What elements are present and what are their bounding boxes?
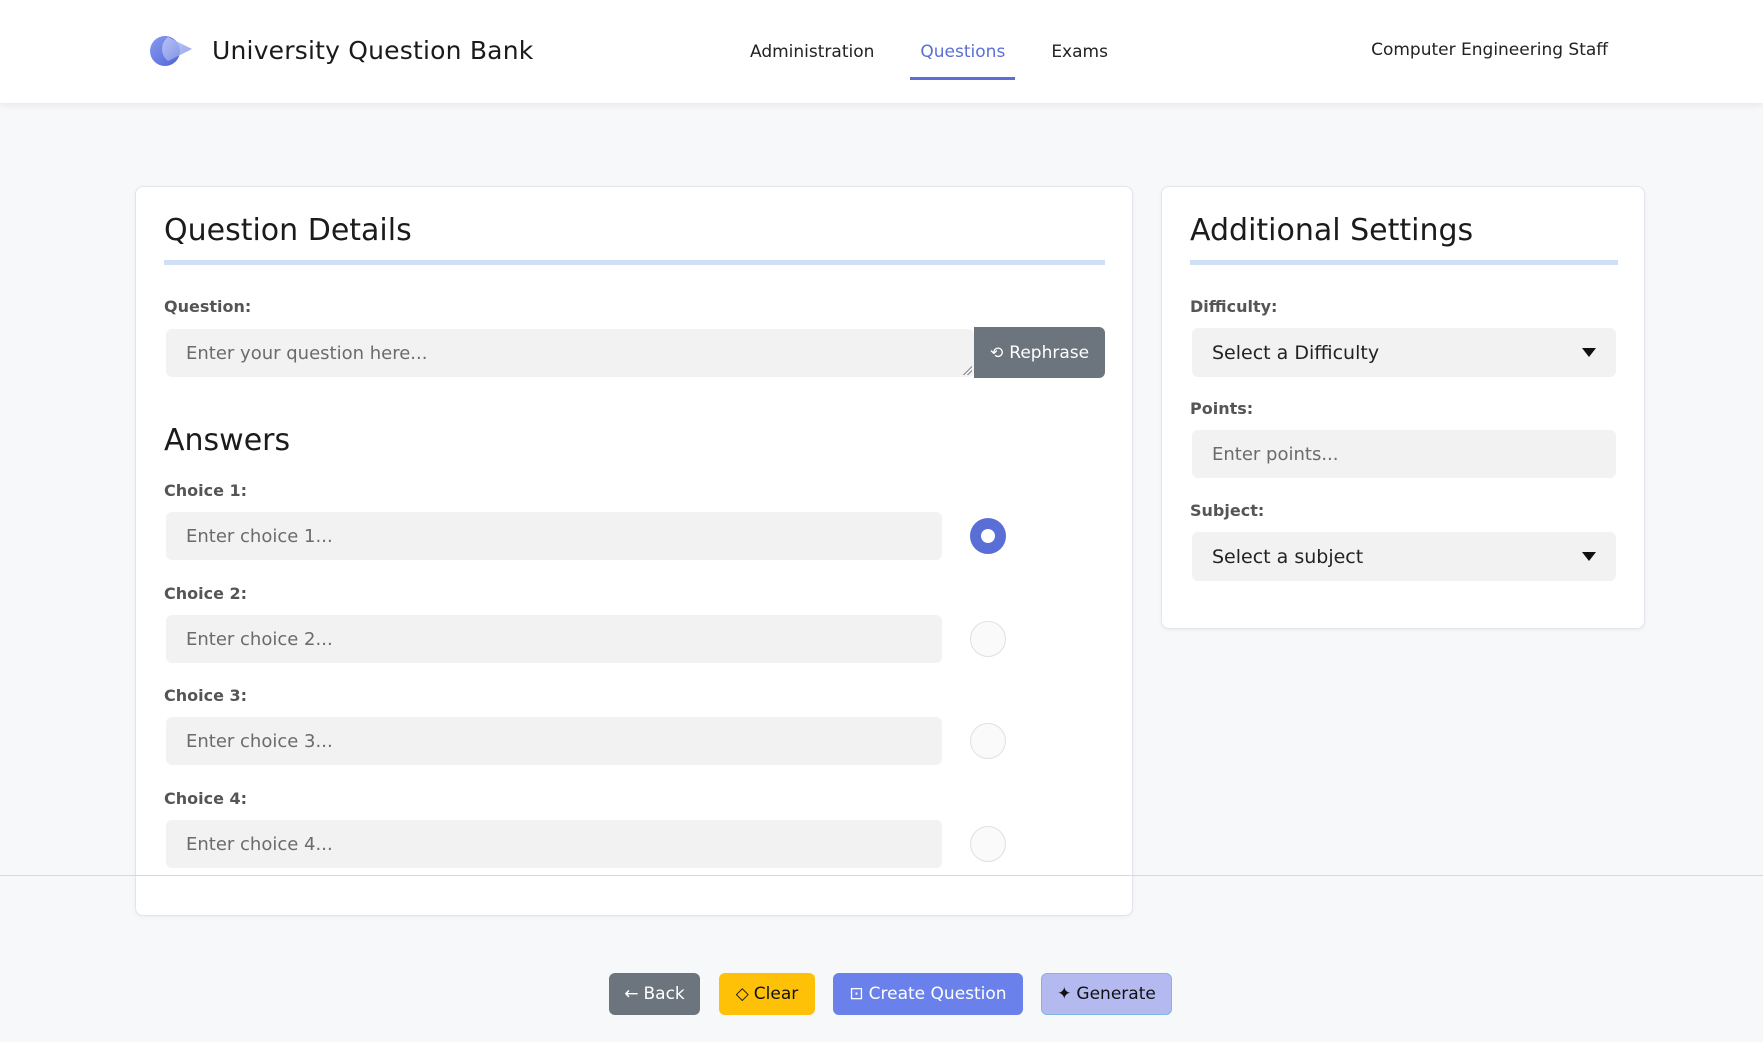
clear-label: Clear	[753, 984, 799, 1004]
caret-down-icon	[1582, 552, 1596, 561]
points-input[interactable]: Enter points...	[1192, 430, 1616, 478]
user-label[interactable]: Computer Engineering Staff	[1371, 40, 1608, 60]
divider-line	[0, 875, 1763, 876]
nav-exams[interactable]: Exams	[1041, 0, 1118, 103]
create-question-button[interactable]: ⊡ Create Question	[833, 973, 1023, 1015]
back-label: Back	[643, 984, 685, 1004]
choice-4-label: Choice 4:	[164, 789, 248, 808]
subject-value: Select a subject	[1212, 545, 1364, 568]
question-label: Question:	[164, 297, 252, 316]
difficulty-value: Select a Difficulty	[1212, 341, 1380, 364]
choice-1-label: Choice 1:	[164, 481, 248, 500]
rephrase-button[interactable]: ⟲ Rephrase	[974, 327, 1105, 378]
additional-settings-card: Additional Settings Difficulty: Select a…	[1161, 186, 1645, 629]
question-placeholder: Enter your question here...	[186, 342, 428, 364]
difficulty-label: Difficulty:	[1190, 297, 1278, 316]
resize-handle-icon[interactable]	[962, 365, 972, 375]
question-details-card: Question Details Question: Enter your qu…	[135, 186, 1133, 916]
choice-4-placeholder: Enter choice 4...	[186, 833, 333, 855]
difficulty-select[interactable]: Select a Difficulty	[1192, 328, 1616, 377]
top-navbar: University Question Bank Administration …	[0, 0, 1763, 103]
points-label: Points:	[1190, 399, 1254, 418]
generate-button[interactable]: ✦ Generate	[1041, 973, 1172, 1015]
back-button[interactable]: ← Back	[609, 973, 700, 1015]
choice-3-input[interactable]: Enter choice 3...	[166, 717, 942, 765]
answers-title: Answers	[164, 423, 291, 458]
rephrase-label: Rephrase	[1009, 342, 1090, 363]
save-icon: ⊡	[849, 984, 864, 1004]
subject-label: Subject:	[1190, 501, 1265, 520]
question-details-title: Question Details	[164, 213, 412, 248]
choice-2-input[interactable]: Enter choice 2...	[166, 615, 942, 663]
choice-3-correct-radio[interactable]	[970, 723, 1006, 759]
choice-3-label: Choice 3:	[164, 686, 248, 705]
logo-icon	[148, 30, 198, 70]
eraser-icon: ◇	[735, 984, 749, 1004]
brand-title: University Question Bank	[212, 35, 534, 65]
caret-down-icon	[1582, 348, 1596, 357]
choice-4-input[interactable]: Enter choice 4...	[166, 820, 942, 868]
choice-1-input[interactable]: Enter choice 1...	[166, 512, 942, 560]
nav-questions[interactable]: Questions	[910, 0, 1016, 103]
generate-label: Generate	[1076, 984, 1156, 1004]
create-label: Create Question	[868, 984, 1007, 1004]
choice-3-placeholder: Enter choice 3...	[186, 730, 333, 752]
choice-2-label: Choice 2:	[164, 584, 248, 603]
choice-2-correct-radio[interactable]	[970, 621, 1006, 657]
arrow-left-icon: ←	[624, 984, 639, 1004]
points-placeholder: Enter points...	[1212, 443, 1339, 465]
clear-button[interactable]: ◇ Clear	[719, 973, 815, 1015]
refresh-icon: ⟲	[989, 343, 1004, 362]
nav-administration[interactable]: Administration	[740, 0, 884, 103]
title-divider	[1190, 260, 1618, 265]
title-divider	[164, 260, 1105, 265]
question-textarea[interactable]: Enter your question here...	[166, 329, 974, 377]
choice-1-correct-radio[interactable]	[970, 518, 1006, 554]
brand[interactable]: University Question Bank	[148, 30, 533, 70]
choice-4-correct-radio[interactable]	[970, 826, 1006, 862]
magic-wand-icon: ✦	[1057, 984, 1072, 1004]
choice-1-placeholder: Enter choice 1...	[186, 525, 333, 547]
additional-settings-title: Additional Settings	[1190, 213, 1474, 248]
choice-2-placeholder: Enter choice 2...	[186, 628, 333, 650]
subject-select[interactable]: Select a subject	[1192, 532, 1616, 581]
main-nav: Administration Questions Exams	[740, 0, 1144, 103]
